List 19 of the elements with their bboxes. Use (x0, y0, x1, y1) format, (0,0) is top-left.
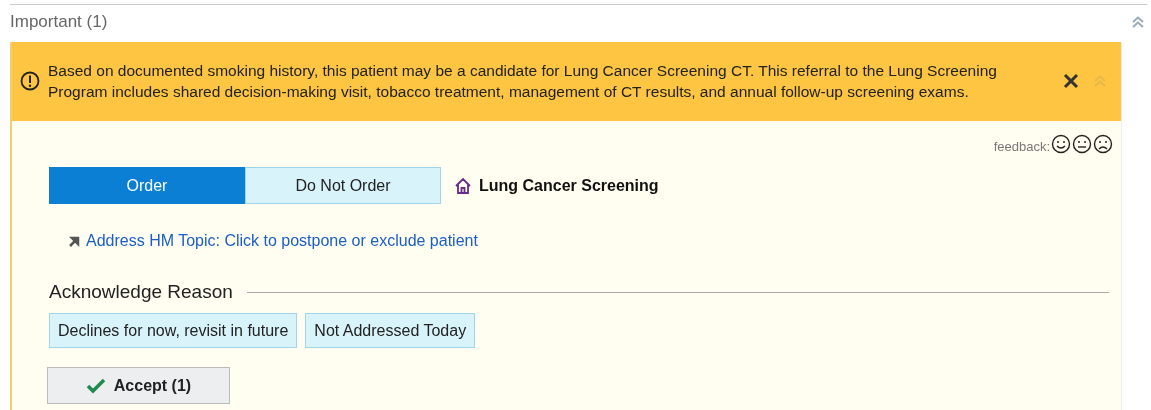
accept-button[interactable]: Accept (1) (47, 367, 230, 404)
address-hm-topic-link[interactable]: Address HM Topic: Click to postpone or exclude patient (68, 232, 478, 250)
neutral-face-icon[interactable] (1072, 134, 1092, 154)
acknowledge-reason-heading: Acknowledge Reason (49, 281, 233, 303)
smile-face-icon[interactable] (1051, 134, 1071, 154)
section-title: Important (1) (10, 12, 108, 32)
arrow-icon (68, 235, 80, 247)
house-icon (453, 175, 473, 196)
close-icon[interactable] (1063, 72, 1079, 89)
frown-face-icon[interactable] (1093, 134, 1113, 154)
warning-icon (20, 70, 40, 91)
feedback-label: feedback: (993, 138, 1050, 154)
checkmark-icon (85, 377, 106, 394)
order-option-tab[interactable]: Do Not Order (245, 167, 441, 204)
reason-button[interactable]: Not Addressed Today (305, 313, 476, 348)
reason-button[interactable]: Declines for now, revisit in future (49, 313, 298, 348)
alert-message: Based on documented smoking history, this patient may be a candidate for Lung Cancer Screening CT. This referral to the Lung Screening Program includes shared decision-making visit, tobacco treatment, management of CT results, and annual follow-up screening exams. (48, 60, 998, 102)
topic-title: Lung Cancer Screening (479, 176, 659, 195)
order-option-tab[interactable]: Order (49, 167, 245, 204)
